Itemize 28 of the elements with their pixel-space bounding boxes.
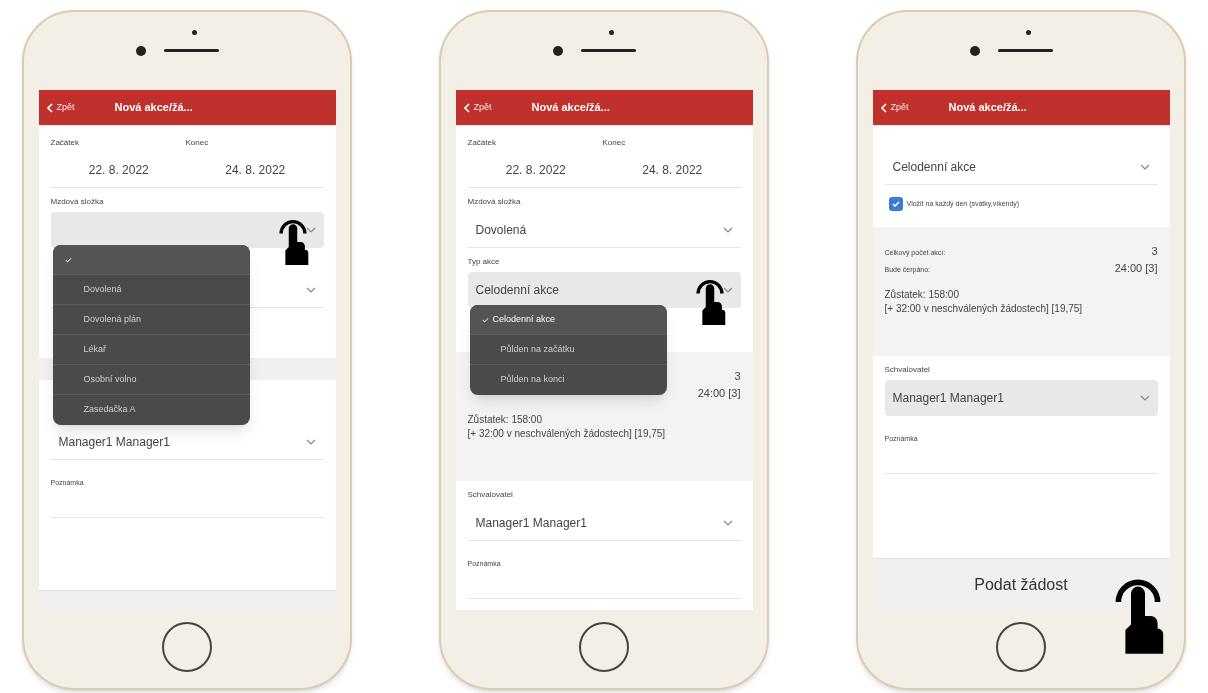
summary-value: 24:00 [3] [1114,260,1158,276]
field-label: Schvalovatel [467,490,513,499]
option-label: Zasedačka A [83,403,136,417]
screen-title: Nová akce/žá... [531,100,610,116]
field-label: Typ akce [467,257,500,266]
option-label: Půlden na konci [500,373,565,387]
option-label: Lékař [83,342,106,356]
field-label: Začátek [50,137,80,149]
field-label: Konec [602,137,626,149]
option-label: Dovolená [83,282,122,296]
option-label: Celodenní akce [492,312,556,326]
summary-value: 24:00 [3] [697,385,741,401]
field-label: Konec [185,137,209,149]
option-label: Půlden na začátku [500,342,575,356]
summary-value: 3 [734,369,741,384]
balance-text: [+ 32:00 v neschválených žádostech] [19,75] [467,427,667,441]
field-label: Schvalovatel [884,365,930,374]
screen-title: Nová akce/žá... [114,100,193,116]
balance-text: Zůstatek: 158:00 [884,288,960,302]
option-label: Dovolená plán [83,312,142,326]
field-label: Mzdová složka [50,197,104,206]
summary-value: 3 [1151,244,1158,259]
option-label: Osobní volno [83,372,137,386]
screen-title: Nová akce/žá... [948,100,1027,116]
balance-text: Zůstatek: 158:00 [467,413,543,427]
field-label: Začátek [467,137,497,149]
balance-text: [+ 32:00 v neschválených žádostech] [19,75] [884,302,1084,316]
field-label: Mzdová složka [467,197,521,206]
